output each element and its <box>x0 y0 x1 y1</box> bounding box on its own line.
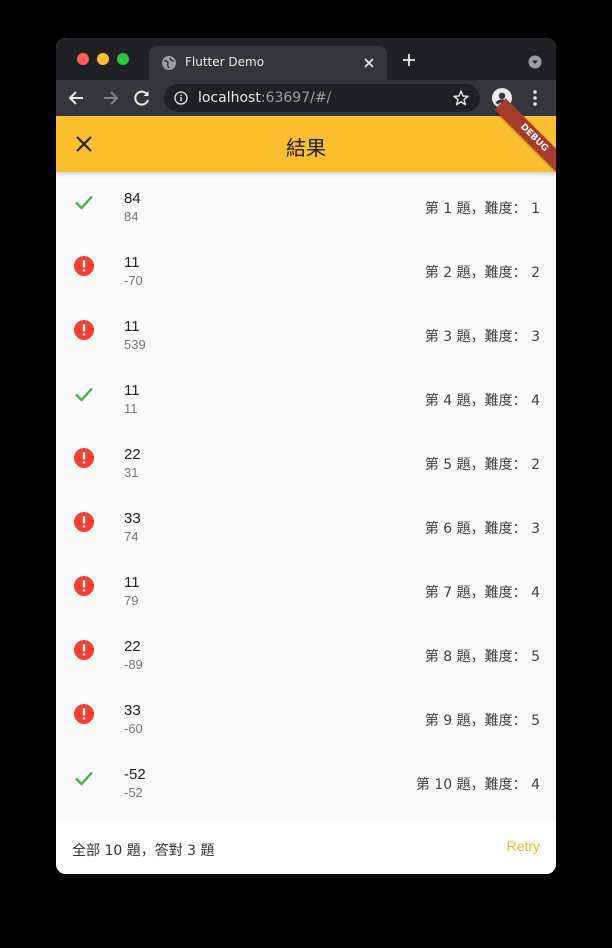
more-options-icon[interactable] <box>528 88 542 108</box>
page-title: 結果 <box>286 136 326 160</box>
question-meta: 第 8 題，難度： 5 <box>424 649 540 665</box>
tab-bar: Flutter Demo <box>56 38 556 80</box>
question-meta: 第 4 題，難度： 4 <box>424 393 540 409</box>
app-bar: 結果 DEBUG <box>56 98 556 178</box>
question-meta: 第 9 題，難度： 5 <box>424 713 540 729</box>
footer-bar: 全部 10 題，答對 3 題 Retry <box>56 820 556 874</box>
given-answer: 74 <box>124 529 139 544</box>
question-meta: 第 10 題，難度： 4 <box>415 777 540 793</box>
correct-answer: 11 <box>124 574 140 591</box>
error-icon <box>72 702 96 726</box>
given-answer: -52 <box>124 785 143 800</box>
correct-answer: 33 <box>124 510 141 527</box>
score-summary: 全部 10 題，答對 3 題 <box>72 843 215 859</box>
question-meta: 第 3 題，難度： 3 <box>424 329 540 345</box>
forward-arrow-icon[interactable] <box>100 88 120 108</box>
result-row: 11 -70 第 2 題，難度： 2 <box>56 236 556 300</box>
error-icon <box>72 574 96 598</box>
result-row: 11 79 第 7 題，難度： 4 <box>56 556 556 620</box>
given-answer: 84 <box>124 209 139 224</box>
correct-answer: 22 <box>124 638 141 655</box>
result-row: 33 74 第 6 題，難度： 3 <box>56 492 556 556</box>
correct-answer: -52 <box>124 766 146 783</box>
browser-toolbar: localhost:63697/#/ <box>56 80 556 116</box>
result-row: 22 31 第 5 題，難度： 2 <box>56 428 556 492</box>
retry-button[interactable]: Retry <box>507 838 540 854</box>
correct-answer: 84 <box>124 190 141 207</box>
result-row: 11 539 第 3 題，難度： 3 <box>56 300 556 364</box>
error-icon <box>72 318 96 342</box>
check-icon <box>72 190 96 214</box>
correct-answer: 11 <box>124 382 140 399</box>
globe-icon <box>162 56 176 70</box>
back-arrow-icon[interactable] <box>67 88 87 108</box>
tab-search-icon[interactable] <box>528 55 542 69</box>
browser-tab[interactable]: Flutter Demo <box>149 46 387 80</box>
question-meta: 第 5 題，難度： 2 <box>424 457 540 473</box>
question-meta: 第 2 題，難度： 2 <box>424 265 540 281</box>
result-row: 22 -89 第 8 題，難度： 5 <box>56 620 556 684</box>
given-answer: -60 <box>124 721 143 736</box>
new-tab-icon[interactable] <box>401 52 417 68</box>
browser-window: Flutter Demo localhost:63697/#/ 結果 DEBUG… <box>56 38 556 874</box>
url-path: :63697/#/ <box>260 90 332 106</box>
error-icon <box>72 446 96 470</box>
bookmark-star-icon[interactable] <box>452 89 470 107</box>
correct-answer: 33 <box>124 702 141 719</box>
correct-answer: 11 <box>124 254 140 271</box>
maximize-window-button[interactable] <box>117 53 129 65</box>
check-icon <box>72 766 96 790</box>
given-answer: -70 <box>124 273 143 288</box>
given-answer: 11 <box>124 401 138 416</box>
error-icon <box>72 638 96 662</box>
given-answer: 539 <box>124 337 146 352</box>
correct-answer: 11 <box>124 318 140 335</box>
question-meta: 第 6 題，難度： 3 <box>424 521 540 537</box>
given-answer: -89 <box>124 657 143 672</box>
check-icon <box>72 382 96 406</box>
result-row: 33 -60 第 9 題，難度： 5 <box>56 684 556 748</box>
url-host: localhost <box>198 90 261 106</box>
results-list: 84 84 第 1 題，難度： 1 11 -70 第 2 題，難度： 2 11 539 第 3 … <box>56 172 556 812</box>
minimize-window-button[interactable] <box>97 53 109 65</box>
given-answer: 31 <box>124 465 139 480</box>
given-answer: 79 <box>124 593 139 608</box>
question-meta: 第 7 題，難度： 4 <box>424 585 540 601</box>
reload-icon[interactable] <box>132 88 152 108</box>
close-tab-icon[interactable] <box>361 55 377 71</box>
result-row: 84 84 第 1 題，難度： 1 <box>56 172 556 236</box>
close-window-button[interactable] <box>77 53 89 65</box>
error-icon <box>72 510 96 534</box>
correct-answer: 22 <box>124 446 141 463</box>
question-meta: 第 1 題，難度： 1 <box>424 201 540 217</box>
result-row: -52 -52 第 10 題，難度： 4 <box>56 748 556 812</box>
result-row: 11 11 第 4 題，難度： 4 <box>56 364 556 428</box>
address-bar[interactable]: localhost:63697/#/ <box>164 84 480 112</box>
tab-title: Flutter Demo <box>185 55 265 69</box>
info-icon[interactable] <box>174 91 188 105</box>
error-icon <box>72 254 96 278</box>
url-text: localhost:63697/#/ <box>198 90 331 106</box>
